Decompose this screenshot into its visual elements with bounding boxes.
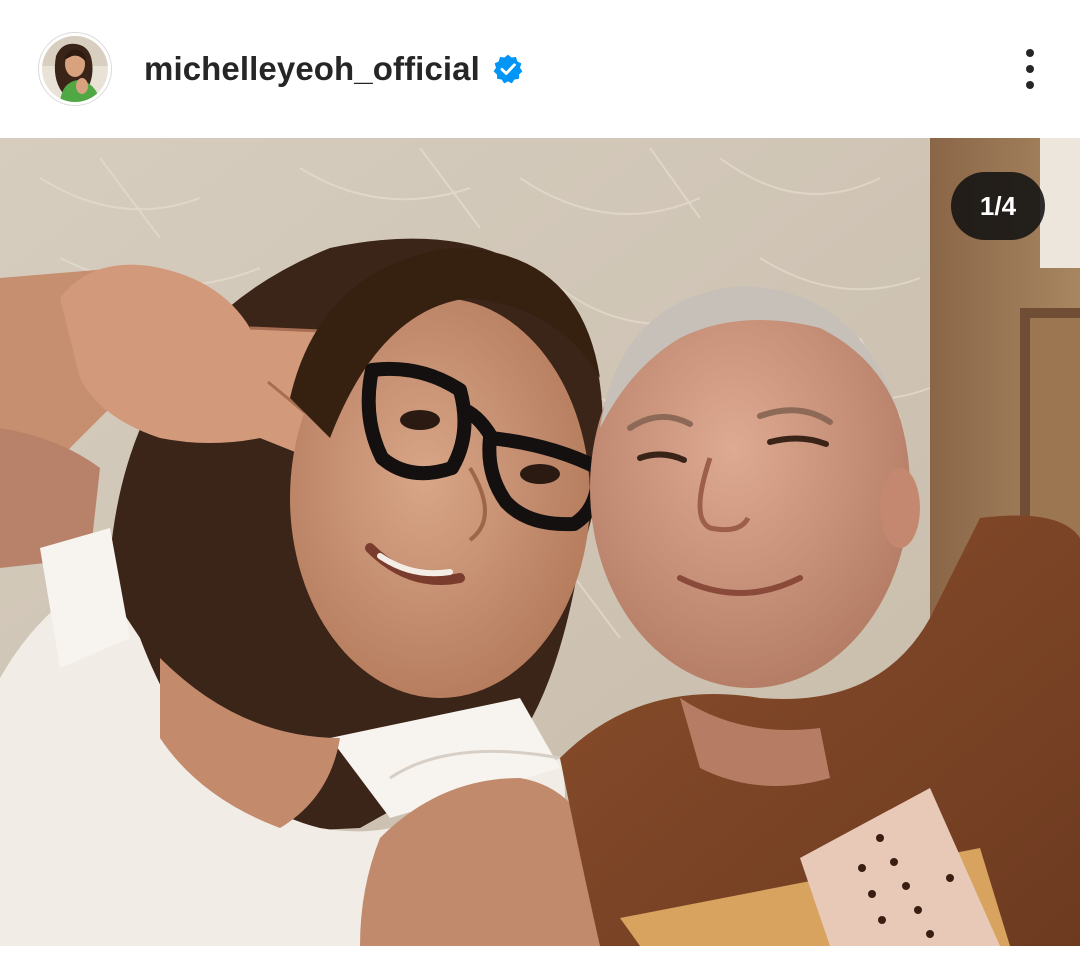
bottom-divider bbox=[0, 946, 1080, 958]
post-photo[interactable] bbox=[0, 138, 1080, 946]
more-options-button[interactable] bbox=[1010, 39, 1050, 99]
instagram-post: michelleyeoh_official 1/4 bbox=[0, 0, 1080, 958]
avatar-photo bbox=[42, 36, 108, 102]
post-header: michelleyeoh_official bbox=[0, 0, 1080, 138]
avatar[interactable] bbox=[38, 32, 112, 106]
more-vertical-icon bbox=[1026, 81, 1034, 89]
selfie-image bbox=[0, 138, 1080, 946]
more-vertical-icon bbox=[1026, 65, 1034, 73]
carousel-counter: 1/4 bbox=[951, 172, 1045, 240]
username[interactable]: michelleyeoh_official bbox=[144, 50, 480, 88]
more-vertical-icon bbox=[1026, 49, 1034, 57]
verified-badge-icon bbox=[493, 54, 523, 84]
